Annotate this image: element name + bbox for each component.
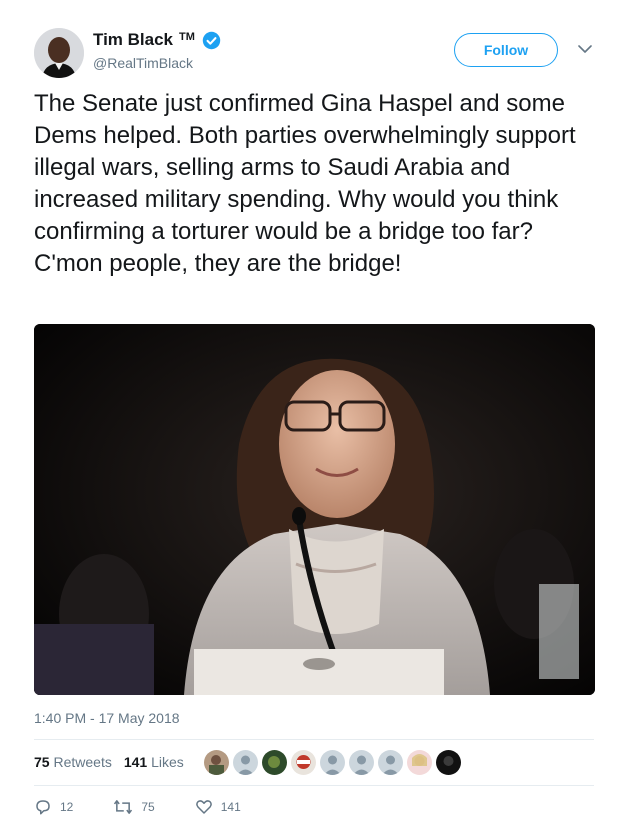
retweets-label: Retweets (53, 754, 112, 770)
likes-stat[interactable]: 141 Likes (124, 754, 184, 770)
tweet-actions: 12 75 141 (34, 798, 281, 816)
like-button[interactable]: 141 (195, 798, 241, 816)
likes-label: Likes (151, 754, 184, 770)
likers-avatars (204, 750, 461, 775)
reply-count: 12 (60, 800, 74, 814)
trademark-symbol: TM (179, 31, 195, 43)
chevron-down-icon[interactable] (578, 44, 592, 54)
liker-avatar[interactable] (407, 750, 432, 775)
author-avatar[interactable] (34, 28, 84, 78)
retweet-icon (114, 800, 133, 814)
retweets-stat[interactable]: 75 Retweets (34, 754, 112, 770)
author-name[interactable]: Tim Black TM (93, 30, 221, 50)
divider (34, 739, 594, 740)
verified-badge-icon (202, 31, 221, 49)
retweets-count: 75 (34, 754, 50, 770)
liker-avatar[interactable] (262, 750, 287, 775)
tweet-photo[interactable] (34, 324, 595, 695)
author-handle[interactable]: @RealTimBlack (93, 55, 193, 71)
liker-avatar[interactable] (320, 750, 345, 775)
tweet-timestamp[interactable]: 1:40 PM - 17 May 2018 (34, 710, 180, 726)
likes-count: 141 (123, 754, 148, 770)
engagement-stats: 75 Retweets 141 Likes (34, 754, 184, 770)
reply-button[interactable]: 12 (34, 798, 73, 816)
tweet-text: The Senate just confirmed Gina Haspel an… (34, 90, 576, 277)
liker-avatar[interactable] (378, 750, 403, 775)
retweet-button[interactable]: 75 (113, 798, 155, 816)
liker-avatar[interactable] (436, 750, 461, 775)
liker-avatar[interactable] (291, 750, 316, 775)
heart-icon (195, 800, 212, 814)
reply-icon (36, 800, 50, 815)
liker-avatar[interactable] (349, 750, 374, 775)
liker-avatar[interactable] (204, 750, 229, 775)
like-count: 141 (220, 800, 241, 814)
retweet-count: 75 (141, 800, 155, 814)
liker-avatar[interactable] (233, 750, 258, 775)
follow-button[interactable]: Follow (454, 33, 558, 67)
divider (34, 785, 594, 786)
author-name-text[interactable]: Tim Black (93, 30, 173, 50)
